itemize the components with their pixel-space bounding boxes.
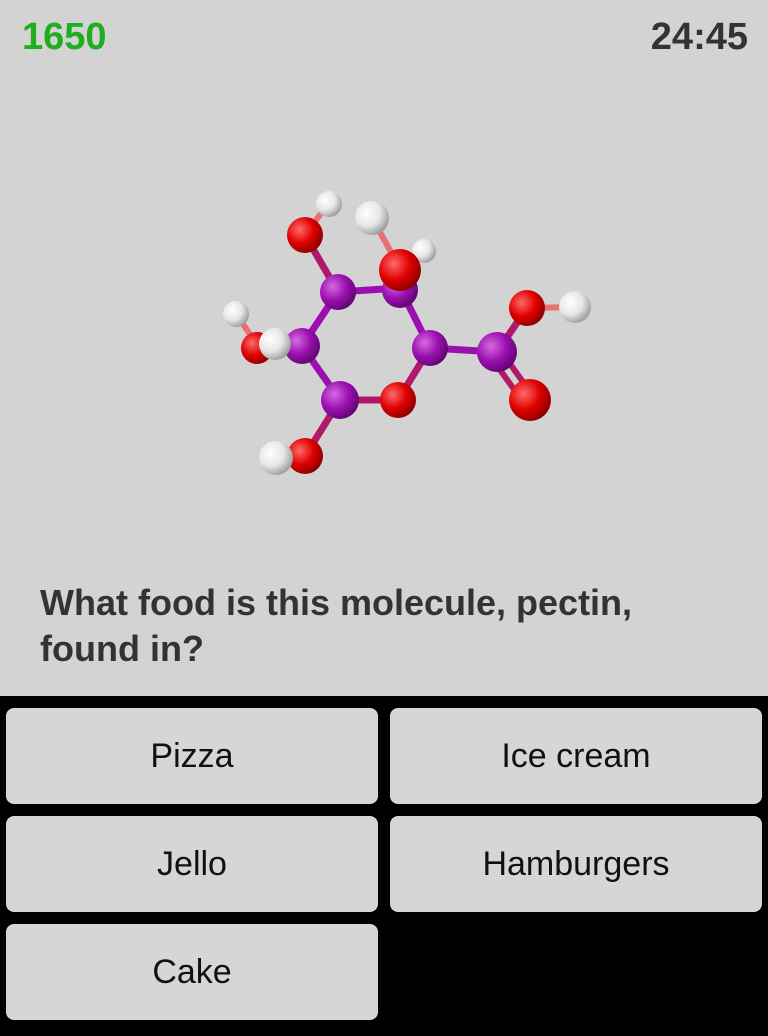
molecule-image xyxy=(223,191,591,475)
quiz-screen: 1650 24:45 What food is this molecule, p… xyxy=(0,0,768,1036)
carbon-atom xyxy=(320,274,356,310)
answer-button-pizza[interactable]: Pizza xyxy=(6,708,378,804)
hydrogen-atom xyxy=(355,201,389,235)
carbon-atom xyxy=(412,330,448,366)
carbon-atom xyxy=(477,332,517,372)
answer-button-jello[interactable]: Jello xyxy=(6,816,378,912)
answer-button-hamburgers[interactable]: Hamburgers xyxy=(390,816,762,912)
hydrogen-atom xyxy=(223,301,249,327)
question-text: What food is this molecule, pectin, foun… xyxy=(40,582,633,669)
oxygen-atom xyxy=(380,382,416,418)
answer-panel: Pizza Ice cream Jello Hamburgers Cake xyxy=(0,696,768,1036)
answer-button-cake[interactable]: Cake xyxy=(6,924,378,1020)
carbon-atom xyxy=(321,381,359,419)
hydrogen-atom xyxy=(259,328,291,360)
oxygen-atom xyxy=(509,290,545,326)
answer-button-ice-cream[interactable]: Ice cream xyxy=(390,708,762,804)
hydrogen-atom xyxy=(559,291,591,323)
oxygen-atom xyxy=(509,379,551,421)
oxygen-atom xyxy=(379,249,421,291)
timer-display: 24:45 xyxy=(650,16,748,58)
hydrogen-atom xyxy=(316,191,342,217)
hydrogen-atom xyxy=(259,441,293,475)
oxygen-atom xyxy=(287,217,323,253)
score-display: 1650 xyxy=(22,16,107,58)
